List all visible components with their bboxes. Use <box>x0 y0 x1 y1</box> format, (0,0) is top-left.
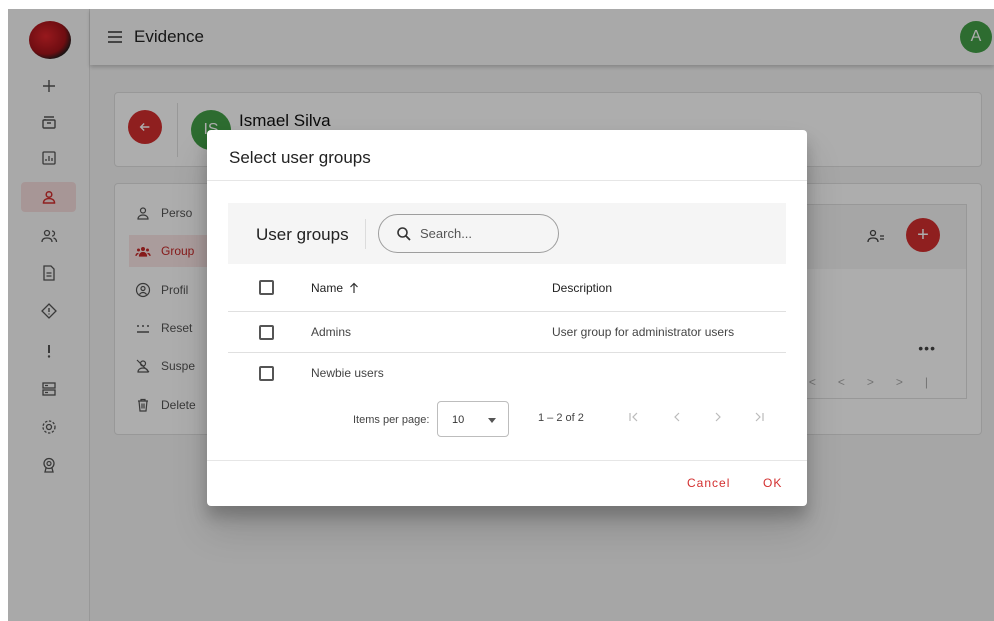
last-page-icon[interactable] <box>752 410 768 426</box>
table-toolbar: User groups <box>228 203 786 264</box>
dialog-title: Select user groups <box>229 148 371 167</box>
cell-name: Admins <box>311 325 352 339</box>
cell-name: Newbie users <box>311 366 384 380</box>
dropdown-arrow-icon <box>488 418 496 423</box>
search-icon <box>397 226 411 241</box>
search-input[interactable] <box>420 226 550 241</box>
next-page-icon[interactable] <box>711 410 727 426</box>
divider <box>228 311 786 312</box>
select-user-groups-dialog: Select user groups User groups Name Desc… <box>207 130 807 506</box>
column-header-name[interactable]: Name <box>311 281 359 295</box>
items-per-page-value: 10 <box>452 414 465 426</box>
row-checkbox[interactable] <box>259 366 274 381</box>
previous-page-icon[interactable] <box>670 410 686 426</box>
items-per-page-label: Items per page: <box>353 414 430 426</box>
items-per-page-select[interactable]: 10 <box>437 401 509 437</box>
column-header-label: Name <box>311 281 344 295</box>
cancel-button[interactable]: Cancel <box>687 476 730 490</box>
divider <box>207 460 807 461</box>
divider <box>228 352 786 353</box>
divider <box>207 180 807 181</box>
select-all-checkbox[interactable] <box>259 280 274 295</box>
row-checkbox[interactable] <box>259 325 274 340</box>
divider <box>365 219 366 249</box>
sort-ascending-icon <box>350 282 358 293</box>
column-header-description[interactable]: Description <box>552 281 612 295</box>
table-title: User groups <box>256 225 349 244</box>
cell-description: User group for administrator users <box>552 325 735 339</box>
search-field[interactable] <box>378 214 559 253</box>
page-range: 1 – 2 of 2 <box>538 412 584 424</box>
ok-button[interactable]: OK <box>763 476 782 490</box>
first-page-icon[interactable] <box>627 410 643 426</box>
